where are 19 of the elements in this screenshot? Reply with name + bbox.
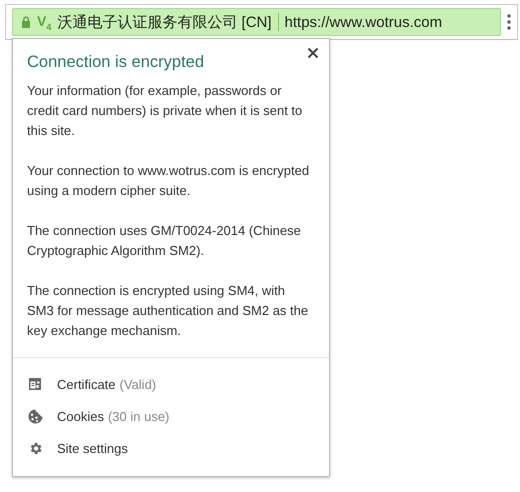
info-paragraph: The connection uses GM/T0024-2014 (Chinese Cryptographic Algorithm SM2). [27,222,302,260]
url-text[interactable]: https://www.wotrus.com [284,14,442,30]
status-text: (Valid) [120,376,156,392]
cookie-icon [28,408,42,424]
ev-label: V$_{4}$ [37,12,52,32]
organization-name: 沃通电子认证服务有限公司 [CN] [57,12,272,32]
menu-icon[interactable] [507,14,511,30]
status-text: (30 in use) [108,408,170,424]
info-paragraph: The connection is encrypted using SM4, with SM3 for message authentication and SM2 as the key exchange mechanism. [27,282,310,340]
close-button[interactable] [307,47,319,59]
address-bar[interactable]: V$_{4}$ 沃通电子认证服务有限公司 [CN] https://www.wotrus.com [12,8,501,36]
close-icon [307,47,319,59]
popup-title: Connection is encrypted [27,53,206,72]
cookies-link[interactable]: Cookies [57,408,104,424]
info-paragraph: Your connection to www.wotrus.com is encrypted using a modern cipher suite. [27,162,310,200]
info-paragraph: Your information (for example, passwords or credit card numbers) is private when it is sent to this site. [27,82,304,140]
settings-link[interactable]: Site settings [57,440,128,456]
certificate-link[interactable]: Certificate [57,376,116,392]
certificate-icon [28,377,42,391]
